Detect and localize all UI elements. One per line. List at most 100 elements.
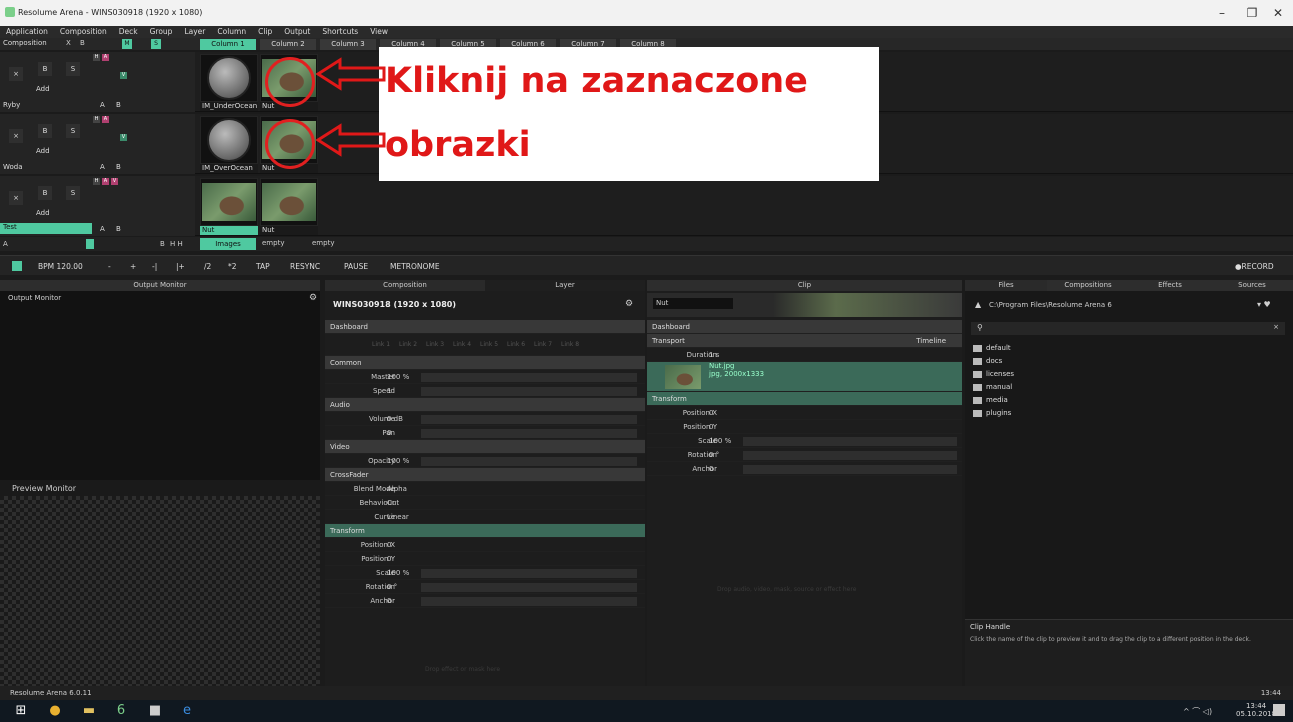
comp-clear-button[interactable]: X [66, 39, 71, 47]
deck-tab-images[interactable]: Images [200, 238, 256, 250]
column-1-button[interactable]: Column 1 [200, 39, 256, 50]
layer-name[interactable]: Test [0, 223, 92, 234]
volume-slider[interactable] [421, 415, 637, 424]
clip-slot-nut[interactable] [260, 178, 318, 226]
comp-s-button[interactable]: S [151, 39, 161, 49]
files-search-input[interactable]: ⚲ × [971, 322, 1285, 335]
link-7[interactable]: Link 7 [534, 338, 552, 352]
section-common[interactable]: Common [325, 356, 645, 370]
opacity-slider[interactable] [421, 457, 637, 466]
clip-anchor-slider[interactable] [743, 465, 957, 474]
layer-clear-button[interactable]: × [9, 67, 23, 81]
menu-group[interactable]: Group [144, 26, 179, 37]
section-crossfader[interactable]: CrossFader [325, 468, 645, 482]
app-icon[interactable]: ■ [146, 703, 164, 719]
file-explorer-icon[interactable]: ▬ [80, 703, 98, 719]
layer-name[interactable]: Ryby [3, 101, 20, 109]
link-3[interactable]: Link 3 [426, 338, 444, 352]
opacity-value[interactable]: 100 % [387, 454, 409, 468]
comp-m-button[interactable]: M [122, 39, 132, 49]
rotation-value[interactable]: 0 ° [387, 580, 397, 594]
clip-posy-value[interactable]: 0 [709, 420, 713, 434]
clip-scale-slider[interactable] [743, 437, 957, 446]
clip-name[interactable]: IM_UnderOcean [200, 102, 258, 111]
folder-manual[interactable]: manual [965, 381, 1165, 394]
clip-anchor-value[interactable]: 0 [709, 462, 713, 476]
folder-docs[interactable]: docs [965, 355, 1165, 368]
tab-composition[interactable]: Composition [325, 280, 485, 291]
clip-rotation-value[interactable]: 0 ° [709, 448, 719, 462]
tab-sources[interactable]: Sources [1211, 280, 1293, 291]
posy-value[interactable]: 0 [387, 552, 391, 566]
layer-clear-button[interactable]: × [9, 129, 23, 143]
deck-tab-empty[interactable]: empty [262, 239, 284, 247]
clip-section-transform[interactable]: Transform [647, 392, 962, 406]
tab-compositions[interactable]: Compositions [1047, 280, 1129, 291]
crossfader-handle[interactable] [86, 239, 94, 249]
curve-dropdown[interactable]: Linear [387, 510, 409, 524]
layer-add-button[interactable]: Add [36, 85, 50, 93]
blend-dropdown[interactable]: Alpha [387, 482, 407, 496]
pause-button[interactable]: PAUSE [344, 262, 368, 271]
layer-add-button[interactable]: Add [36, 209, 50, 217]
anchor-value[interactable]: 0 [387, 594, 391, 608]
clip-posx-value[interactable]: 0 [709, 406, 713, 420]
clip-name[interactable]: Nut [260, 226, 318, 235]
layer-v-button[interactable]: V [120, 72, 127, 79]
clip-slot[interactable] [200, 116, 258, 164]
speed-value[interactable]: 1 [387, 384, 391, 398]
double-bpm-button[interactable]: *2 [228, 262, 237, 271]
deck-tab-empty-2[interactable]: empty [312, 239, 334, 247]
layer-clear-button[interactable]: × [9, 191, 23, 205]
gear-icon[interactable]: ⚙ [625, 299, 633, 309]
tab-effects[interactable]: Effects [1129, 280, 1211, 291]
menu-application[interactable]: Application [0, 26, 54, 37]
folder-licenses[interactable]: licenses [965, 368, 1165, 381]
tab-layer[interactable]: Layer [485, 280, 645, 291]
crossfader-a[interactable]: A [100, 225, 105, 233]
minimize-button[interactable]: – [1207, 4, 1237, 22]
nudge-forward-button[interactable]: |+ [176, 262, 185, 271]
menu-composition[interactable]: Composition [54, 26, 113, 37]
gear-icon[interactable]: ⚙ [309, 293, 317, 303]
column-2-button[interactable]: Column 2 [260, 39, 316, 50]
master-value[interactable]: 100 % [387, 370, 409, 384]
menu-view[interactable]: View [364, 26, 394, 37]
taskbar-clock[interactable]: 13:44 05.10.2018 [1236, 702, 1276, 718]
clip-slot[interactable] [200, 54, 258, 102]
crossfader-b[interactable]: B [116, 163, 121, 171]
menu-output[interactable]: Output [278, 26, 316, 37]
link-6[interactable]: Link 6 [507, 338, 525, 352]
layer-bypass-button[interactable]: B [38, 186, 52, 200]
chrome-icon[interactable]: ● [46, 703, 64, 719]
layer-name[interactable]: Woda [3, 163, 23, 171]
clip-name-field[interactable]: Nut [653, 298, 733, 309]
link-5[interactable]: Link 5 [480, 338, 498, 352]
clip-name-active[interactable]: Nut [200, 226, 258, 235]
behaviour-dropdown[interactable]: Cut [387, 496, 399, 510]
layer-h-button[interactable]: H [93, 54, 100, 61]
scale-slider[interactable] [421, 569, 637, 578]
crossfader-b[interactable]: B [116, 101, 121, 109]
windows-start-icon[interactable]: ⊞ [12, 703, 30, 719]
link-1[interactable]: Link 1 [372, 338, 390, 352]
pan-slider[interactable] [421, 429, 637, 438]
layer-bypass-button[interactable]: B [38, 62, 52, 76]
resync-button[interactable]: RESYNC [290, 262, 320, 271]
master-slider[interactable] [421, 373, 637, 382]
section-video[interactable]: Video [325, 440, 645, 454]
tray-icons[interactable]: ^ ⌒ ◁) [1183, 706, 1212, 717]
rotation-slider[interactable] [421, 583, 637, 592]
crossfader-a[interactable]: A [100, 101, 105, 109]
section-dashboard[interactable]: Dashboard [325, 320, 645, 334]
crossfader-b[interactable]: B [116, 225, 121, 233]
layer-solo-button[interactable]: S [66, 62, 80, 76]
column-3-button[interactable]: Column 3 [320, 39, 376, 50]
folder-default[interactable]: default [965, 342, 1165, 355]
section-transform[interactable]: Transform [325, 524, 645, 538]
link-4[interactable]: Link 4 [453, 338, 471, 352]
link-8[interactable]: Link 8 [561, 338, 579, 352]
tap-button[interactable]: TAP [256, 262, 270, 271]
edge-icon[interactable]: e [178, 703, 196, 719]
favorite-icon[interactable]: ▾ ♥ [1257, 300, 1271, 309]
